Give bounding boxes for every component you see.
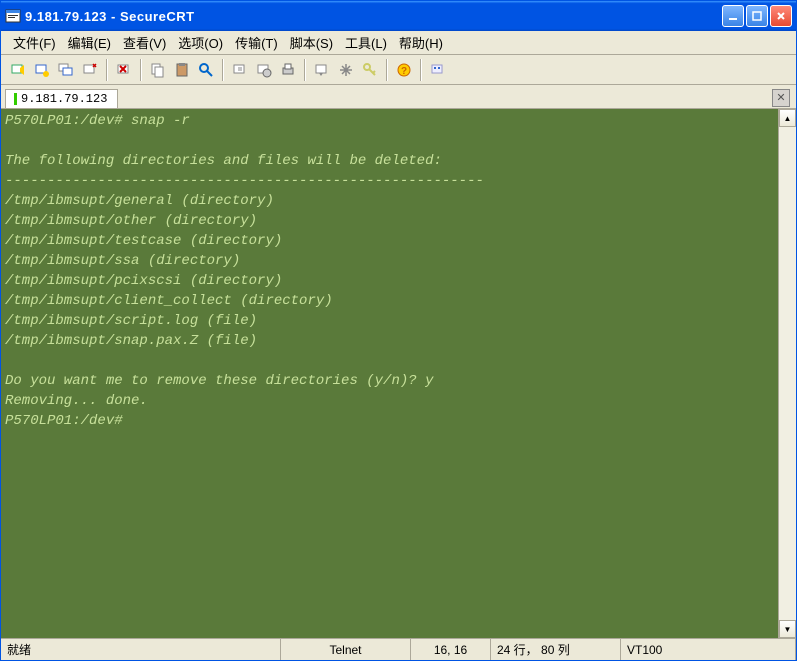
status-cursor: 16, 16 [411,639,491,660]
connect-icon[interactable] [31,59,53,81]
menu-file[interactable]: 文件(F) [7,31,62,54]
menu-bar: 文件(F) 编辑(E) 查看(V) 选项(O) 传输(T) 脚本(S) 工具(L… [1,31,796,55]
tab-bar: 9.181.79.123 ✕ [1,85,796,109]
close-button[interactable] [770,5,792,27]
toolbar-separator [222,59,224,81]
scroll-up-button[interactable]: ▲ [779,109,796,127]
global-options-icon[interactable] [335,59,357,81]
key-icon[interactable] [359,59,381,81]
terminal-output[interactable]: P570LP01:/dev# snap -r The following dir… [1,109,778,638]
scroll-track[interactable] [779,127,796,620]
cancel-icon[interactable] [113,59,135,81]
menu-edit[interactable]: 编辑(E) [62,31,117,54]
status-emulation: VT100 [621,639,796,660]
tab-session[interactable]: 9.181.79.123 [5,89,118,108]
menu-transfer[interactable]: 传输(T) [229,31,284,54]
tab-active-indicator [14,93,17,105]
toolbar-separator [386,59,388,81]
status-ready: 就绪 [1,639,281,660]
title-bar[interactable]: 9.181.79.123 - SecureCRT [1,1,796,31]
tab-close-button[interactable]: ✕ [772,89,790,107]
minimize-button[interactable] [722,5,744,27]
svg-text:?: ? [401,66,407,77]
activator-icon[interactable] [427,59,449,81]
menu-tools[interactable]: 工具(L) [339,31,393,54]
disconnect-icon[interactable] [79,59,101,81]
toolbar-separator [106,59,108,81]
vertical-scrollbar[interactable]: ▲ ▼ [778,109,796,638]
log-session-icon[interactable] [253,59,275,81]
status-protocol: Telnet [281,639,411,660]
reconnect-icon[interactable] [55,59,77,81]
window-title: 9.181.79.123 - SecureCRT [25,9,722,24]
print-session-icon[interactable] [229,59,251,81]
menu-script[interactable]: 脚本(S) [284,31,339,54]
tab-label: 9.181.79.123 [21,92,107,106]
terminal-container: P570LP01:/dev# snap -r The following dir… [1,109,796,638]
session-options-icon[interactable] [311,59,333,81]
toolbar-separator [420,59,422,81]
help-icon[interactable]: ? [393,59,415,81]
quick-connect-icon[interactable] [7,59,29,81]
maximize-button[interactable] [746,5,768,27]
app-icon [5,8,21,24]
window-controls [722,5,792,27]
menu-options[interactable]: 选项(O) [172,31,229,54]
menu-help[interactable]: 帮助(H) [393,31,449,54]
find-icon[interactable] [195,59,217,81]
toolbar-separator [140,59,142,81]
status-size: 24 行， 80 列 [491,639,621,660]
print-icon[interactable] [277,59,299,81]
app-window: 9.181.79.123 - SecureCRT 文件(F) 编辑(E) 查看(… [0,0,797,661]
menu-view[interactable]: 查看(V) [117,31,172,54]
tool-bar: ? [1,55,796,85]
paste-icon[interactable] [171,59,193,81]
scroll-down-button[interactable]: ▼ [779,620,796,638]
status-bar: 就绪 Telnet 16, 16 24 行， 80 列 VT100 [1,638,796,660]
copy-icon[interactable] [147,59,169,81]
toolbar-separator [304,59,306,81]
